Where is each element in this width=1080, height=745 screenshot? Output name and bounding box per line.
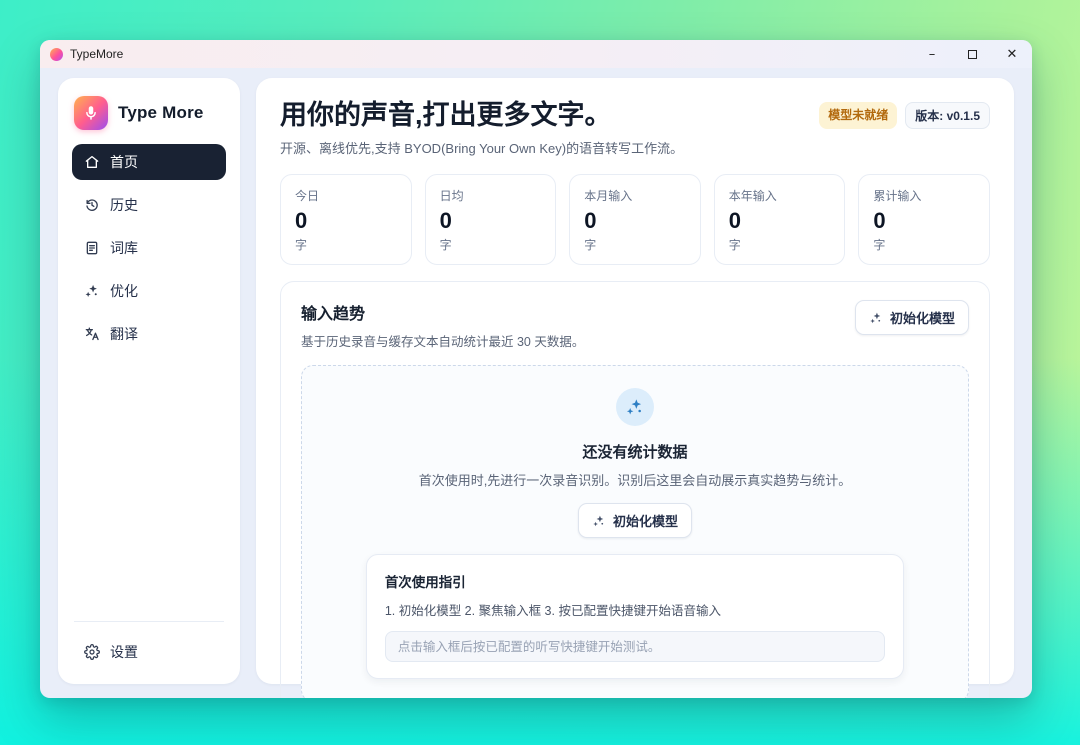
guide-steps: 1. 初始化模型 2. 聚焦输入框 3. 按已配置快捷键开始语音输入 — [384, 604, 721, 619]
sidebar-item-label: 历史 — [110, 197, 138, 213]
sidebar-item-label: 首页 — [110, 154, 138, 170]
stat-value: 0 — [873, 208, 886, 234]
stats-row: 今日 0 字 日均 0 字 本月输入 0 字 本年输入 0 字 累计输入 0 字 — [280, 174, 990, 266]
stat-label: 本月输入 — [584, 189, 633, 204]
stat-value: 0 — [295, 208, 308, 234]
trend-subtitle: 基于历史录音与缓存文本自动统计最近 30 天数据。 — [301, 335, 585, 350]
history-icon — [84, 197, 100, 213]
sparkles-icon — [869, 311, 883, 325]
close-button[interactable]: ✕ — [992, 40, 1032, 68]
sidebar-divider — [74, 621, 224, 622]
sidebar-item-lexicon[interactable]: 词库 — [72, 230, 226, 266]
stat-value: 0 — [584, 208, 597, 234]
trend-title: 输入趋势 — [301, 306, 366, 324]
init-model-button[interactable]: 初始化模型 — [577, 503, 692, 539]
stat-unit: 字 — [728, 238, 741, 253]
version-badge: 版本: v0.1.5 — [905, 102, 990, 129]
sidebar-item-home[interactable]: 首页 — [72, 144, 226, 180]
guide-title: 首次使用指引 — [384, 575, 466, 591]
sidebar-item-label: 翻译 — [110, 326, 138, 342]
stat-card-total: 累计输入 0 字 — [858, 174, 990, 266]
sidebar-item-label: 词库 — [110, 240, 138, 256]
main-header-text: 用你的声音,打出更多文字。 开源、离线优先,支持 BYOD(Bring Your… — [280, 100, 683, 157]
stat-value: 0 — [728, 208, 742, 234]
stat-label: 本年输入 — [728, 189, 777, 204]
stat-unit: 字 — [584, 238, 597, 253]
page-title: 用你的声音,打出更多文字。 — [280, 100, 612, 130]
maximize-icon — [967, 49, 977, 59]
stat-value: 0 — [439, 208, 452, 234]
sidebar-item-translate[interactable]: 翻译 — [72, 316, 226, 352]
trend-header: 输入趋势 基于历史录音与缓存文本自动统计最近 30 天数据。 初始化模型 — [301, 300, 969, 350]
desktop-background: TypeMore – ✕ Type More 首页 历史 词库 优化 翻译 设置… — [0, 0, 1080, 745]
translate-icon — [84, 326, 100, 342]
trend-section: 输入趋势 基于历史录音与缓存文本自动统计最近 30 天数据。 初始化模型 还没有… — [280, 281, 990, 698]
gear-icon — [84, 644, 100, 660]
sparkles-icon — [616, 388, 654, 427]
empty-state-description: 首次使用时,先进行一次录音识别。识别后这里会自动展示真实趋势与统计。 — [418, 473, 852, 489]
stat-card-daily-average: 日均 0 字 — [424, 174, 557, 266]
sidebar-nav: 首页 历史 词库 优化 翻译 — [72, 144, 226, 352]
stat-card-today: 今日 0 字 — [280, 174, 412, 266]
sparkles-icon — [592, 514, 606, 528]
main-header: 用你的声音,打出更多文字。 开源、离线优先,支持 BYOD(Bring Your… — [280, 100, 990, 157]
brand-name: Type More — [118, 103, 204, 122]
stat-unit: 字 — [295, 238, 308, 253]
main-panel: 用你的声音,打出更多文字。 开源、离线优先,支持 BYOD(Bring Your… — [256, 78, 1014, 698]
dictation-test-input[interactable] — [384, 631, 886, 663]
maximize-button[interactable] — [952, 40, 992, 68]
header-badges: 模型未就绪 版本: v0.1.5 — [819, 102, 990, 129]
empty-state-title: 还没有统计数据 — [582, 444, 688, 462]
init-model-button-label: 初始化模型 — [612, 514, 678, 530]
trend-empty-state: 还没有统计数据 首次使用时,先进行一次录音识别。识别后这里会自动展示真实趋势与统… — [301, 365, 969, 698]
stat-unit: 字 — [873, 238, 886, 253]
sidebar-item-label: 优化 — [110, 283, 138, 299]
lexicon-icon — [84, 240, 100, 256]
trend-header-text: 输入趋势 基于历史录音与缓存文本自动统计最近 30 天数据。 — [301, 300, 584, 350]
titlebar: TypeMore – ✕ — [40, 40, 1032, 68]
app-icon — [50, 47, 63, 61]
sparkles-icon — [84, 283, 100, 299]
sidebar: Type More 首页 历史 词库 优化 翻译 设置 — [58, 78, 240, 684]
brand: Type More — [72, 94, 226, 144]
stat-label: 今日 — [295, 189, 320, 204]
window-content: Type More 首页 历史 词库 优化 翻译 设置 用你的声音,打出更多文字… — [40, 68, 1032, 698]
app-window: TypeMore – ✕ Type More 首页 历史 词库 优化 翻译 设置… — [40, 40, 1032, 698]
page-subtitle: 开源、离线优先,支持 BYOD(Bring Your Own Key)的语音转写… — [280, 141, 684, 157]
init-model-button-label: 初始化模型 — [889, 311, 955, 327]
stat-card-year: 本年输入 0 字 — [713, 174, 846, 266]
first-use-guide-card: 首次使用指引 1. 初始化模型 2. 聚焦输入框 3. 按已配置快捷键开始语音输… — [365, 554, 905, 680]
stat-label: 累计输入 — [873, 189, 922, 204]
init-model-button[interactable]: 初始化模型 — [854, 300, 969, 336]
stat-card-month: 本月输入 0 字 — [569, 174, 701, 266]
sidebar-item-label: 设置 — [110, 644, 138, 660]
stat-unit: 字 — [439, 238, 452, 253]
stat-label: 日均 — [439, 189, 464, 204]
model-status-badge: 模型未就绪 — [819, 102, 898, 129]
window-controls: – ✕ — [912, 40, 1032, 68]
sidebar-item-history[interactable]: 历史 — [72, 187, 226, 223]
home-icon — [84, 154, 100, 170]
sidebar-item-settings[interactable]: 设置 — [72, 634, 226, 670]
window-title: TypeMore — [70, 47, 124, 61]
app-logo-mic-icon — [74, 96, 108, 130]
sidebar-item-optimize[interactable]: 优化 — [72, 273, 226, 309]
minimize-button[interactable]: – — [912, 40, 952, 68]
